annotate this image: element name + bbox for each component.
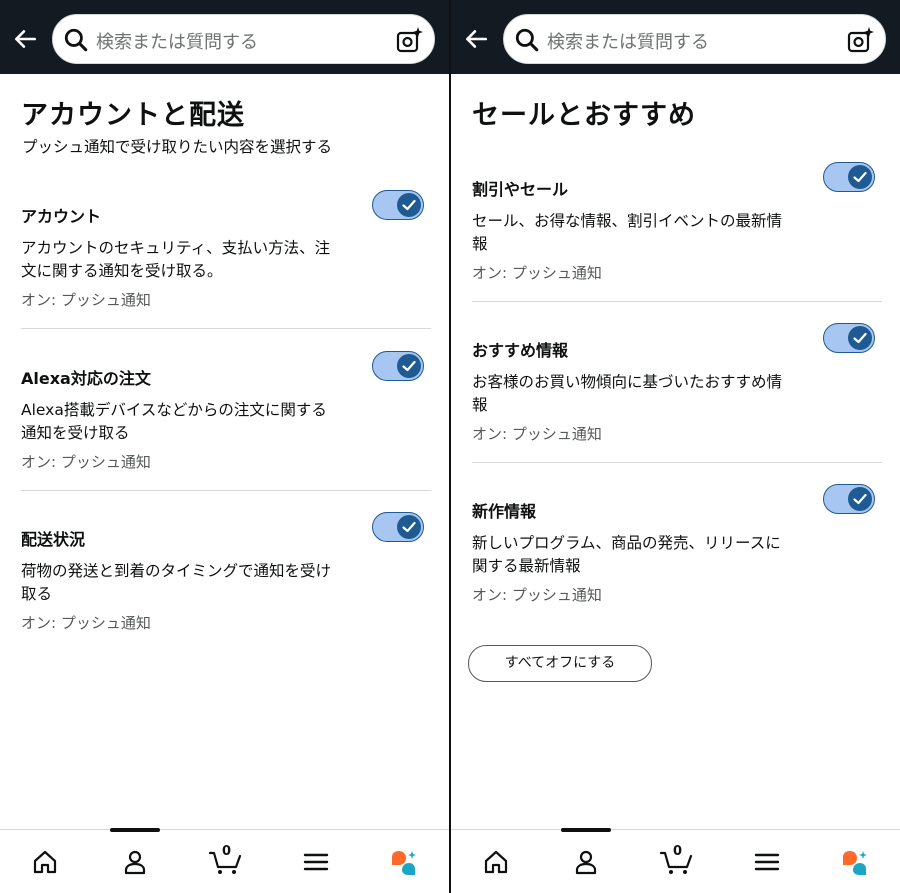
account-icon[interactable] <box>572 848 600 876</box>
setting-status: オン: プッシュ通知 <box>21 614 151 632</box>
checkmark-icon <box>402 199 416 211</box>
checkmark-icon <box>402 521 416 533</box>
back-arrow-icon[interactable] <box>12 26 38 52</box>
checkmark-icon <box>402 360 416 372</box>
setting-description: セール、お得な情報、割引イベントの最新情報 <box>472 212 783 253</box>
setting-description: Alexa搭載デバイスなどからの注文に関する通知を受け取る <box>21 401 327 442</box>
checkmark-icon <box>853 171 867 183</box>
setting-status: オン: プッシュ通知 <box>472 586 602 604</box>
toggle-account[interactable] <box>372 190 424 220</box>
divider <box>21 328 431 329</box>
visual-search-camera-icon[interactable] <box>847 26 875 54</box>
setting-description: アカウントのセキュリティ、支払い方法、注文に関する通知を受け取る。 <box>21 239 331 280</box>
home-icon[interactable] <box>482 848 510 876</box>
page-title: セールとおすすめ <box>472 100 696 131</box>
setting-status: オン: プッシュ通知 <box>472 425 602 443</box>
search-input[interactable]: 検索または質問する <box>52 14 435 64</box>
setting-status: オン: プッシュ通知 <box>21 291 151 309</box>
search-input[interactable]: 検索または質問する <box>503 14 886 64</box>
toggle-discounts-sales[interactable] <box>823 162 875 192</box>
top-bar: 検索または質問する <box>451 0 900 74</box>
account-icon[interactable] <box>121 848 149 876</box>
checkmark-icon <box>853 493 867 505</box>
setting-item-new-releases: 新作情報 新しいプログラム、商品の発売、リリースに関する最新情報 オン: プッシ… <box>472 498 882 608</box>
setting-title: アカウント <box>21 207 102 226</box>
page-subtitle: プッシュ通知で受け取りたい内容を選択する <box>22 138 333 156</box>
search-placeholder: 検索または質問する <box>547 32 709 53</box>
turn-off-all-button[interactable]: すべてオフにする <box>468 645 652 682</box>
toggle-knob <box>848 487 872 511</box>
search-placeholder: 検索または質問する <box>96 32 258 53</box>
back-arrow-icon[interactable] <box>463 26 489 52</box>
setting-status: オン: プッシュ通知 <box>472 264 602 282</box>
toggle-knob <box>397 515 421 539</box>
menu-icon[interactable] <box>753 848 781 876</box>
setting-description: 新しいプログラム、商品の発売、リリースに関する最新情報 <box>472 534 781 575</box>
setting-status: オン: プッシュ通知 <box>21 453 151 471</box>
ai-assistant-icon[interactable] <box>389 848 417 876</box>
divider <box>472 462 882 463</box>
setting-title: おすすめ情報 <box>472 341 569 360</box>
visual-search-camera-icon[interactable] <box>396 26 424 54</box>
toggle-alexa-orders[interactable] <box>372 351 424 381</box>
setting-item-recommendations: おすすめ情報 お客様のお買い物傾向に基づいたおすすめ情報 オン: プッシュ通知 <box>472 337 882 447</box>
home-icon[interactable] <box>31 848 59 876</box>
toggle-knob <box>397 193 421 217</box>
menu-icon[interactable] <box>302 848 330 876</box>
setting-title: 割引やセール <box>472 180 569 199</box>
toggle-recommendations[interactable] <box>823 323 875 353</box>
top-bar: 検索または質問する <box>0 0 449 74</box>
active-tab-indicator <box>110 828 160 832</box>
toggle-knob <box>848 326 872 350</box>
setting-item-discounts-sales: 割引やセール セール、お得な情報、割引イベントの最新情報 オン: プッシュ通知 <box>472 176 882 286</box>
bottom-navigation: 0 <box>0 828 449 893</box>
setting-title: Alexa対応の注文 <box>21 369 151 388</box>
active-tab-indicator <box>561 828 611 832</box>
setting-title: 新作情報 <box>472 502 537 521</box>
ai-assistant-icon[interactable] <box>840 848 868 876</box>
page-title: アカウントと配送 <box>21 100 245 131</box>
search-icon <box>64 28 88 52</box>
checkmark-icon <box>853 332 867 344</box>
bottom-navigation: 0 <box>451 828 900 893</box>
setting-item-account: アカウント アカウントのセキュリティ、支払い方法、注文に関する通知を受け取る。 … <box>21 203 431 313</box>
toggle-new-releases[interactable] <box>823 484 875 514</box>
cart-count: 0 <box>222 844 232 859</box>
setting-title: 配送状況 <box>21 530 86 549</box>
setting-item-alexa-orders: Alexa対応の注文 Alexa搭載デバイスなどからの注文に関する通知を受け取る… <box>21 365 431 475</box>
cart-count: 0 <box>673 844 683 859</box>
toggle-knob <box>848 165 872 189</box>
search-icon <box>515 28 539 52</box>
screen-account-delivery: 検索または質問する アカウントと配送 プッシュ通知で受け取りたい内容を選択する … <box>0 0 449 893</box>
toggle-knob <box>397 354 421 378</box>
toggle-delivery-status[interactable] <box>372 512 424 542</box>
setting-description: お客様のお買い物傾向に基づいたおすすめ情報 <box>472 373 783 414</box>
setting-description: 荷物の発送と到着のタイミングで通知を受け取る <box>21 562 332 603</box>
setting-item-delivery-status: 配送状況 荷物の発送と到着のタイミングで通知を受け取る オン: プッシュ通知 <box>21 526 431 636</box>
screen-sales-recommendations: 検索または質問する セールとおすすめ 割引やセール セール、お得な情報、割引イベ… <box>451 0 900 893</box>
divider <box>472 301 882 302</box>
divider <box>21 490 431 491</box>
